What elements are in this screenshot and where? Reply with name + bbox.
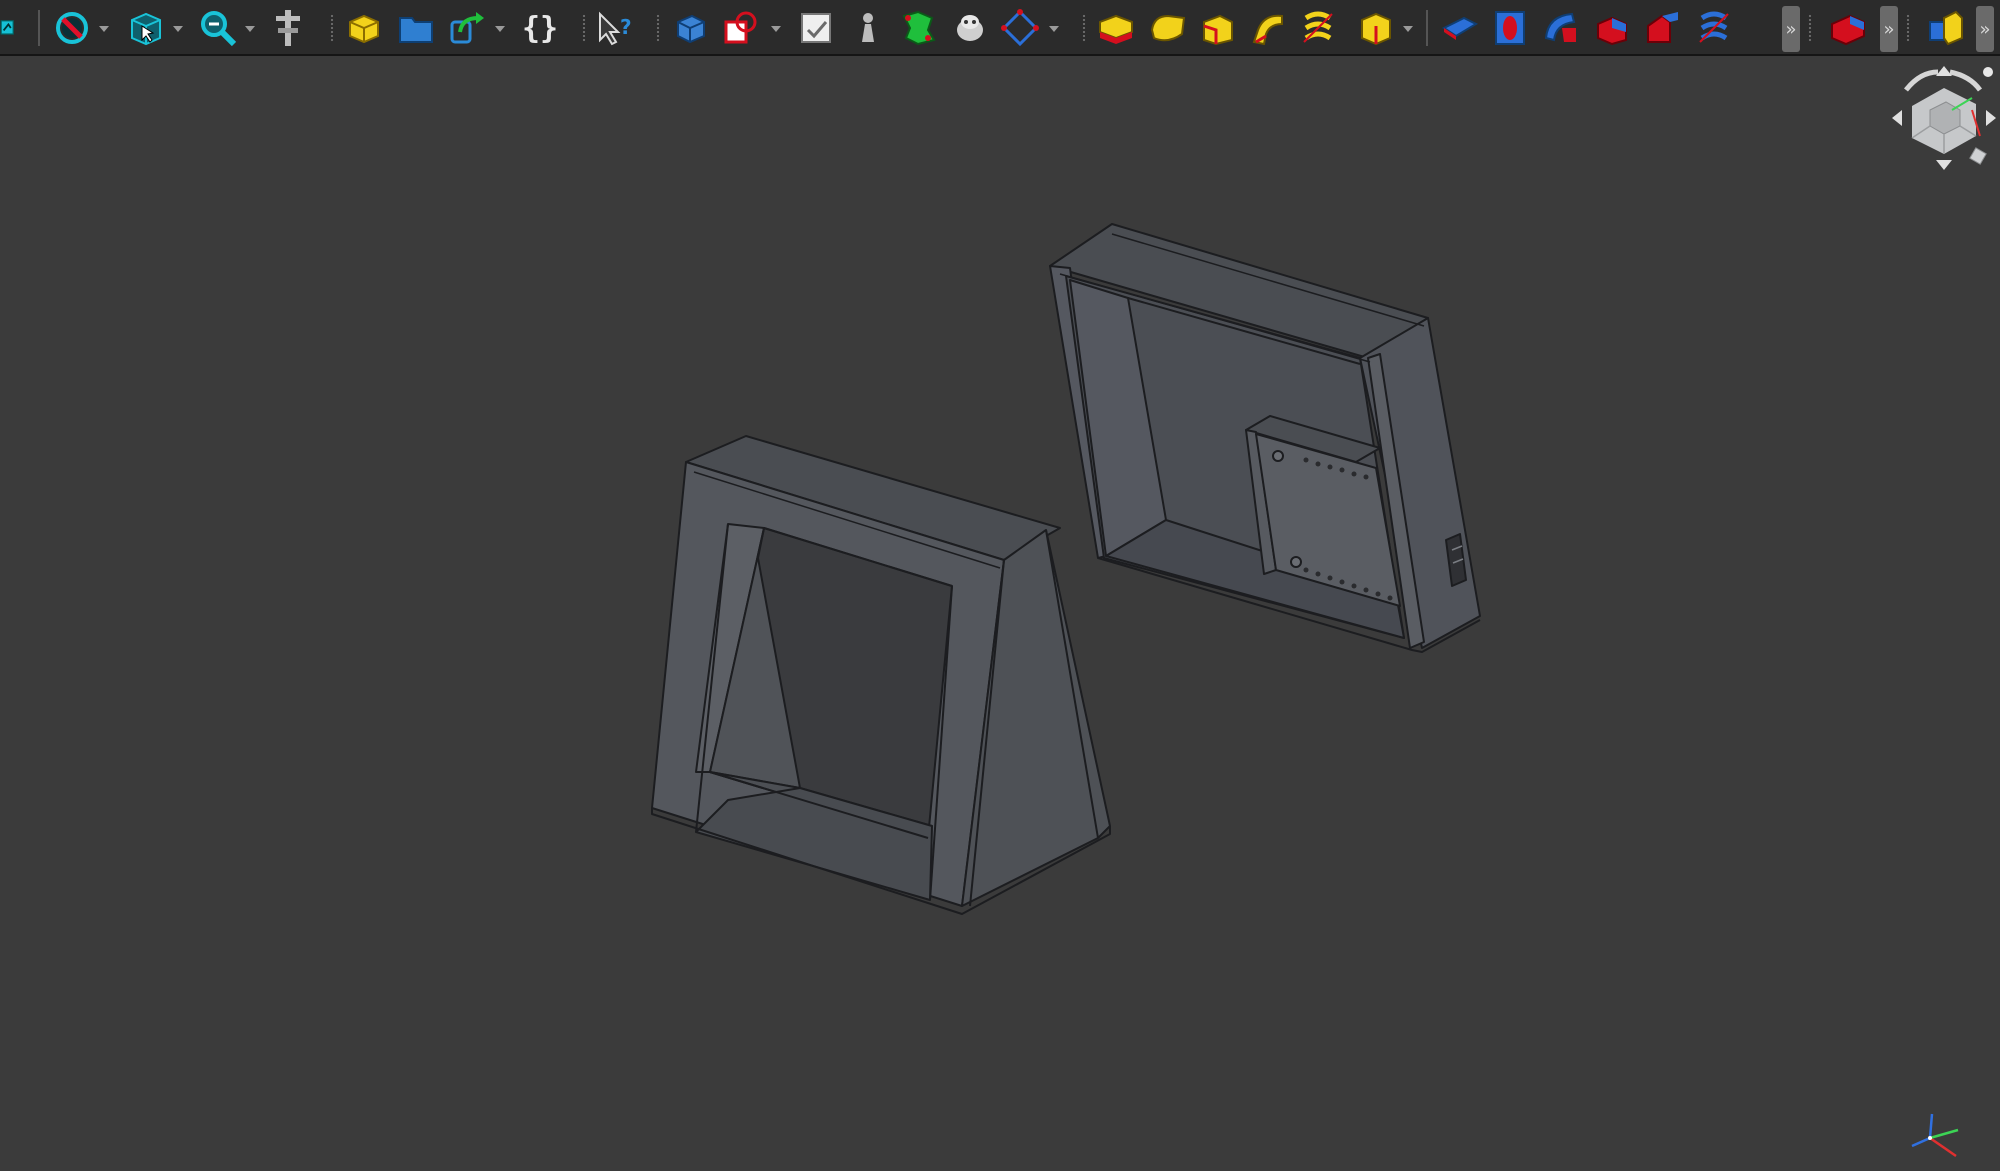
3d-viewport[interactable] — [0, 58, 2000, 1171]
measure-icon[interactable] — [266, 6, 310, 50]
draw-style-icon[interactable] — [50, 6, 94, 50]
hole-icon[interactable] — [1488, 6, 1532, 50]
pocket-icon[interactable] — [1438, 6, 1482, 50]
subtractive-helix-icon[interactable] — [1692, 6, 1736, 50]
toolbar-overflow-button[interactable]: » — [1880, 6, 1898, 52]
toolbar-divider — [1426, 10, 1428, 46]
std-view-box-icon[interactable] — [124, 6, 168, 50]
workbench-icon[interactable] — [0, 6, 24, 50]
sketch-icon[interactable] — [846, 6, 890, 50]
display-enclosure-box[interactable] — [1049, 223, 1481, 653]
redo-icon[interactable] — [446, 6, 490, 50]
subtractive-loft-icon[interactable] — [1590, 6, 1634, 50]
revolution-icon[interactable] — [1146, 6, 1190, 50]
chevron-down-icon[interactable] — [494, 22, 506, 34]
chevron-down-icon[interactable] — [1402, 22, 1414, 34]
toolbar-overflow-button[interactable]: » — [1976, 6, 1994, 52]
shape-binder-icon[interactable] — [720, 6, 764, 50]
pad-icon[interactable] — [1094, 6, 1138, 50]
whats-this-icon[interactable]: ? — [592, 6, 636, 50]
new-document-icon[interactable] — [342, 6, 386, 50]
clone-icon[interactable] — [794, 6, 838, 50]
zoom-fit-icon[interactable] — [196, 6, 240, 50]
chevron-down-icon[interactable] — [770, 22, 782, 34]
assembly-icon[interactable] — [1924, 6, 1968, 50]
part-body-icon[interactable] — [668, 6, 712, 50]
additive-helix-icon[interactable] — [1296, 6, 1340, 50]
nav-cube-icon[interactable] — [1892, 66, 1996, 170]
toolbar-grip[interactable] — [1906, 14, 1910, 42]
datum-plane-icon[interactable] — [998, 6, 1042, 50]
main-toolbar: {} ? » » » — [0, 0, 2000, 56]
draft-manager-icon[interactable] — [948, 6, 992, 50]
additive-primitive-icon[interactable] — [1354, 6, 1398, 50]
chevron-down-icon[interactable] — [172, 22, 184, 34]
svg-text:?: ? — [620, 15, 632, 39]
attachment-icon[interactable] — [896, 6, 940, 50]
additive-pipe-icon[interactable] — [1246, 6, 1290, 50]
toolbar-grip[interactable] — [330, 14, 334, 42]
fillet-icon[interactable] — [1826, 6, 1870, 50]
open-document-icon[interactable] — [394, 6, 438, 50]
subtractive-pipe-icon[interactable] — [1642, 6, 1686, 50]
toolbar-grip[interactable] — [1082, 14, 1086, 42]
chevron-down-icon[interactable] — [1048, 22, 1060, 34]
macro-button[interactable]: {} — [518, 6, 562, 50]
groove-icon[interactable] — [1540, 6, 1584, 50]
toolbar-grip[interactable] — [582, 14, 586, 42]
chevron-down-icon[interactable] — [98, 22, 110, 34]
display-stand-frame[interactable] — [651, 435, 1111, 915]
toolbar-divider — [38, 10, 40, 46]
toolbar-overflow-button[interactable]: » — [1782, 6, 1800, 52]
axis-cross-icon — [1911, 1113, 1959, 1158]
chevron-down-icon[interactable] — [244, 22, 256, 34]
toolbar-grip[interactable] — [1808, 14, 1812, 42]
additive-loft-icon[interactable] — [1196, 6, 1240, 50]
toolbar-grip[interactable] — [656, 14, 660, 42]
